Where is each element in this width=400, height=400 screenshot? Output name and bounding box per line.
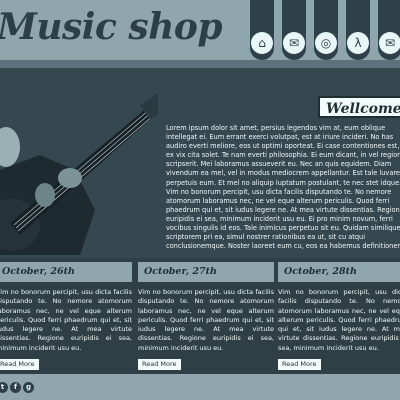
nav-tab-lambda[interactable]: λ <box>346 0 370 60</box>
news-date: October, 26th <box>0 262 132 282</box>
google-plus-icon[interactable]: g <box>23 382 34 393</box>
news-text: Vim no bonorum percipit, usu dicta facil… <box>138 288 274 352</box>
target-icon[interactable]: ◎ <box>315 32 337 54</box>
guitar-player-photo <box>0 75 158 255</box>
message-icon[interactable]: ✉ <box>283 32 305 54</box>
mail-icon[interactable]: ✉ <box>379 32 400 54</box>
nav-tab-messages[interactable]: ✉ <box>282 0 306 60</box>
news-date: October, 27th <box>138 262 274 282</box>
news-card: October, 27th Vim no bonorum percipit, u… <box>138 262 274 371</box>
nav-tab-target[interactable]: ◎ <box>314 0 338 60</box>
read-more-button[interactable]: Read More <box>138 359 181 371</box>
site-header: Music shop ⌂ ✉ ◎ λ ✉ <box>0 0 400 60</box>
read-more-button[interactable]: Read More <box>278 359 321 371</box>
news-date: October, 28th <box>278 262 400 282</box>
welcome-paragraph: Lorem ipsum dolor sit amet, persius lege… <box>166 124 400 251</box>
site-logo[interactable]: Music shop <box>0 6 223 48</box>
nav-tab-mail[interactable]: ✉ <box>378 0 400 60</box>
news-text: Vim no bonorum percipit, usu dicta facil… <box>278 288 400 352</box>
news-card: October, 28th Vim no bonorum percipit, u… <box>278 262 400 371</box>
facebook-icon[interactable]: f <box>10 382 21 393</box>
news-text: Vim no bonorum percipit, usu dicta facil… <box>0 288 132 352</box>
header-divider-band <box>0 60 400 68</box>
news-card: October, 26th Vim no bonorum percipit, u… <box>0 262 132 371</box>
welcome-body: Lorem ipsum dolor sit amet, persius lege… <box>166 124 400 257</box>
site-footer <box>0 374 400 400</box>
home-icon[interactable]: ⌂ <box>251 32 273 54</box>
welcome-heading: Wellcome <box>318 96 400 118</box>
read-more-button[interactable]: Read More <box>0 359 39 371</box>
nav-tab-home[interactable]: ⌂ <box>250 0 274 60</box>
lambda-icon[interactable]: λ <box>347 32 369 54</box>
